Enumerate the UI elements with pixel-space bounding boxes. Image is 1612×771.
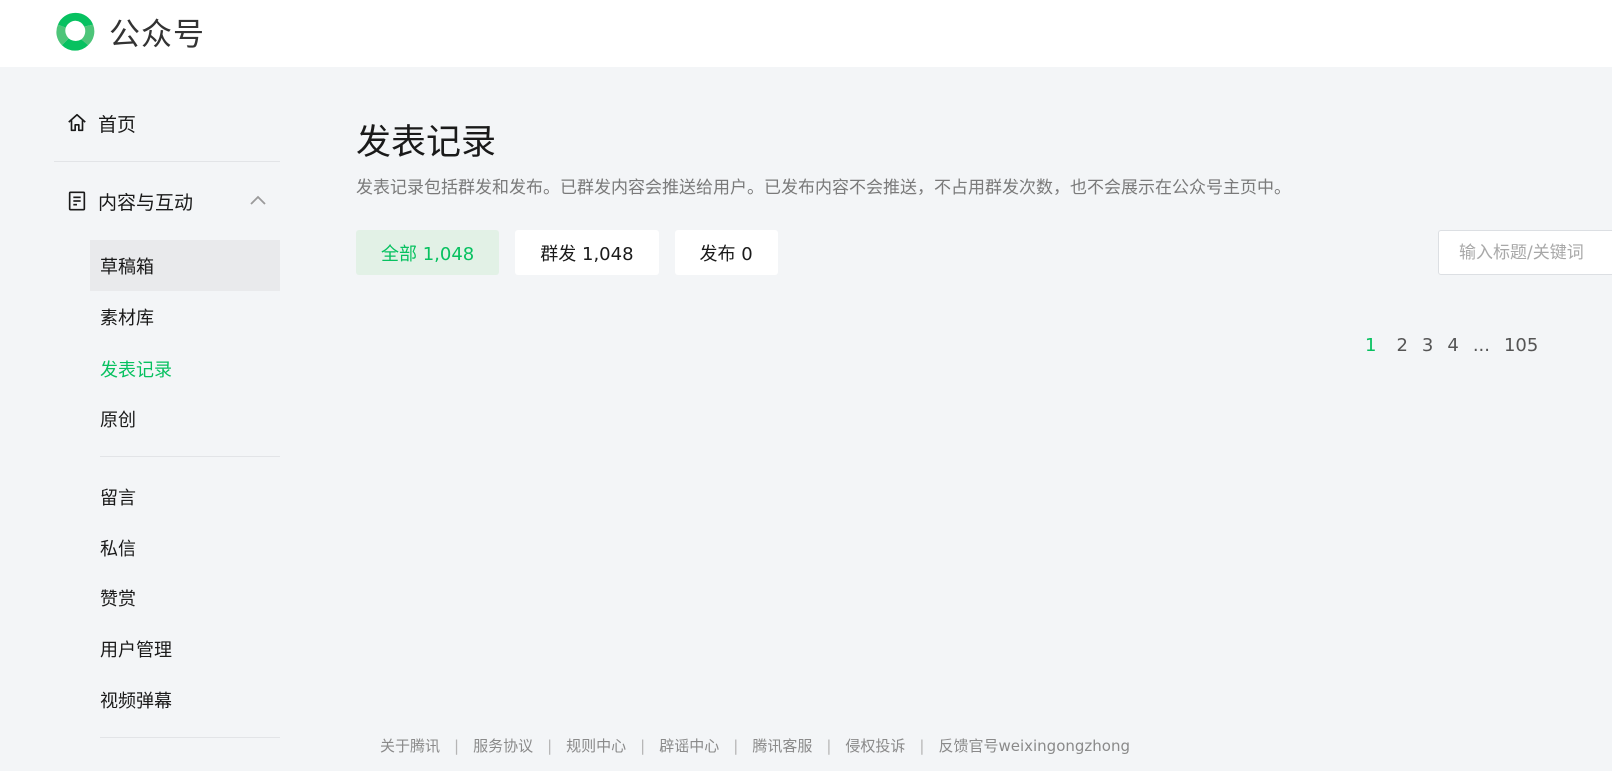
footer-link-support[interactable]: 腾讯客服	[752, 735, 812, 756]
page-button[interactable]: 2	[1396, 335, 1407, 356]
sidebar-group-label: 内容与互动	[98, 191, 194, 214]
sidebar-item-label: 私信	[100, 538, 136, 560]
footer-link-about[interactable]: 关于腾讯	[380, 735, 440, 756]
sidebar-item-label: 发表记录	[100, 359, 172, 381]
sidebar-divider	[100, 737, 280, 738]
search-input[interactable]	[1439, 231, 1612, 274]
page-button[interactable]: 3	[1422, 335, 1433, 356]
sidebar-group-content[interactable]: 内容与互动	[54, 175, 280, 227]
main-content: 发表记录 发表记录包括群发和发布。已群发内容会推送给用户。已发布内容不会推送，不…	[356, 67, 1612, 771]
brand-name: 公众号	[109, 17, 205, 53]
footer-separator: |	[547, 736, 553, 755]
sidebar-item-label: 留言	[100, 487, 136, 509]
wechat-official-logo-icon	[56, 12, 95, 51]
top-header: 公众号	[0, 0, 1612, 67]
sidebar-item-original[interactable]: 原创	[90, 393, 280, 444]
footer-link-infringement[interactable]: 侵权投诉	[845, 735, 905, 756]
sidebar: 首页 内容与互动 草稿箱 素材库 发表记录 原创 留言 私信 赞赏 用户管理 视…	[54, 67, 280, 771]
sidebar-item-label: 原创	[100, 409, 136, 431]
sidebar-item-comments[interactable]: 留言	[90, 471, 280, 522]
footer-separator: |	[826, 736, 832, 755]
sidebar-divider	[54, 161, 280, 162]
page-button-current[interactable]: 1	[1365, 335, 1376, 356]
sidebar-item-label: 草稿箱	[100, 256, 154, 278]
sidebar-item-video-danmaku[interactable]: 视频弹幕	[90, 674, 280, 725]
filter-tabs: 全部 1,048 群发 1,048 发布 0	[356, 230, 794, 275]
tab-mass-send[interactable]: 群发 1,048	[515, 230, 659, 275]
pagination: 1 2 3 4 ... 105	[1365, 335, 1552, 356]
footer-link-feedback[interactable]: 反馈官号weixingongzhong	[938, 735, 1130, 756]
footer-links: 关于腾讯 | 服务协议 | 规则中心 | 辟谣中心 | 腾讯客服 | 侵权投诉 …	[380, 735, 1130, 756]
brand-logo[interactable]: 公众号	[54, 9, 205, 54]
home-icon	[68, 113, 86, 132]
page-button-last[interactable]: 105	[1504, 335, 1538, 356]
footer-link-rumor[interactable]: 辟谣中心	[659, 735, 719, 756]
sidebar-item-messages[interactable]: 私信	[90, 522, 280, 573]
sidebar-item-publish-records[interactable]: 发表记录	[90, 343, 280, 394]
sidebar-item-user-management[interactable]: 用户管理	[90, 623, 280, 674]
sidebar-item-label: 用户管理	[100, 639, 172, 661]
page-button[interactable]: 4	[1447, 335, 1458, 356]
tab-all[interactable]: 全部 1,048	[356, 230, 500, 275]
page-description: 发表记录包括群发和发布。已群发内容会推送给用户。已发布内容不会推送，不占用群发次…	[356, 178, 1291, 198]
tab-publish[interactable]: 发布 0	[674, 230, 778, 275]
document-icon	[68, 191, 86, 211]
search-box	[1438, 230, 1612, 275]
sidebar-item-label: 首页	[98, 113, 137, 136]
sidebar-item-materials[interactable]: 素材库	[90, 291, 280, 342]
footer-link-rules[interactable]: 规则中心	[566, 735, 626, 756]
footer-separator: |	[733, 736, 739, 755]
sidebar-item-drafts[interactable]: 草稿箱	[90, 240, 280, 291]
sidebar-item-home[interactable]: 首页	[54, 97, 280, 149]
footer-link-terms[interactable]: 服务协议	[473, 735, 533, 756]
footer-separator: |	[640, 736, 646, 755]
footer-separator: |	[454, 736, 460, 755]
sidebar-item-rewards[interactable]: 赞赏	[90, 572, 280, 623]
footer-separator: |	[919, 736, 925, 755]
pagination-ellipsis: ...	[1472, 335, 1490, 356]
chevron-up-icon[interactable]	[248, 191, 268, 211]
sidebar-item-label: 视频弹幕	[100, 690, 172, 712]
page-title: 发表记录	[356, 123, 497, 163]
sidebar-item-label: 素材库	[100, 307, 154, 329]
sidebar-item-label: 赞赏	[100, 588, 136, 610]
sidebar-divider	[100, 456, 280, 457]
